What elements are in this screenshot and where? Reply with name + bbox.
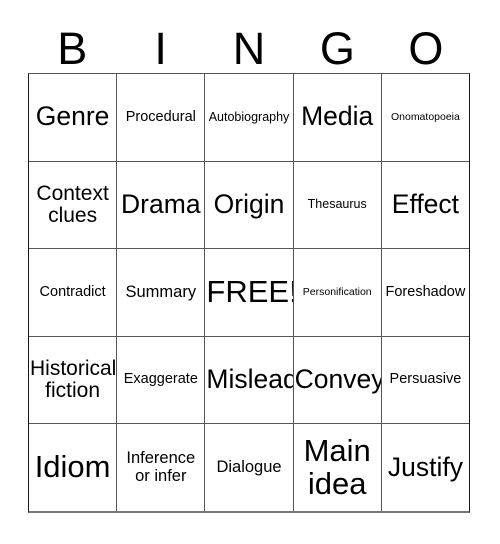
bingo-cell-label: Effect [391, 188, 460, 219]
bingo-cell-b2[interactable]: Context clues [29, 161, 118, 249]
bingo-cell-label: Summary [125, 282, 197, 301]
bingo-cell-label: Inference or infer [126, 449, 196, 485]
bingo-header: B I N G O [28, 17, 470, 73]
bingo-cell-label: Context clues [36, 181, 109, 227]
bingo-row: Genre Procedural Autobiography Media Ono… [29, 74, 470, 162]
bingo-cell-b1[interactable]: Genre [29, 74, 118, 161]
bingo-cell-label: Persuasive [389, 371, 462, 388]
bingo-cell-label: Dialogue [216, 458, 282, 477]
bingo-cell-o1[interactable]: Onomatopoeia [381, 74, 470, 161]
bingo-cell-i4[interactable]: Exaggerate [117, 336, 206, 424]
bingo-cell-label: Origin [213, 188, 285, 219]
bingo-cell-n1[interactable]: Autobiography [205, 74, 294, 161]
bingo-cell-label: Procedural [125, 108, 196, 125]
bingo-cell-n2[interactable]: Origin [205, 161, 294, 249]
bingo-cell-i2[interactable]: Drama [117, 161, 206, 249]
header-letter-n: N [232, 23, 266, 74]
bingo-row: Idiom Inference or infer Dialogue Main i… [29, 424, 470, 511]
bingo-row: Contradict Summary FREE! Personification… [29, 249, 470, 337]
bingo-cell-o5[interactable]: Justify [381, 424, 470, 511]
bingo-cell-label: Drama [121, 188, 201, 219]
header-letter-i: I [154, 23, 167, 74]
bingo-cell-i1[interactable]: Procedural [117, 74, 206, 161]
bingo-cell-g3[interactable]: Personification [293, 249, 382, 336]
bingo-cell-label: Foreshadow [385, 283, 466, 300]
bingo-cell-b3[interactable]: Contradict [29, 249, 118, 336]
bingo-cell-n4[interactable]: Mislead [205, 336, 294, 424]
bingo-cell-label: Exaggerate [123, 371, 198, 388]
bingo-cell-label: Thesaurus [307, 197, 367, 212]
bingo-cell-label: Autobiography [208, 109, 290, 124]
header-letter-g: G [319, 23, 355, 74]
bingo-cell-label: Onomatopoeia [390, 110, 460, 123]
bingo-cell-i3[interactable]: Summary [117, 249, 206, 336]
bingo-grid: Genre Procedural Autobiography Media Ono… [28, 73, 470, 513]
bingo-cell-i5[interactable]: Inference or infer [117, 424, 206, 511]
bingo-cell-label: Historical fiction [30, 357, 117, 403]
bingo-cell-g5[interactable]: Main idea [293, 424, 382, 511]
bingo-cell-label: Contradict [39, 283, 106, 300]
bingo-cell-n5[interactable]: Dialogue [205, 424, 294, 511]
bingo-cell-label: Main idea [303, 433, 371, 501]
bingo-cell-o4[interactable]: Persuasive [381, 336, 470, 424]
bingo-cell-label: Media [301, 101, 374, 132]
bingo-row: Context clues Drama Origin Thesaurus Eff… [29, 161, 470, 250]
free-space-label: FREE! [206, 274, 294, 310]
bingo-cell-o2[interactable]: Effect [381, 161, 470, 249]
bingo-cell-label: Genre [35, 101, 110, 132]
bingo-cell-b5[interactable]: Idiom [29, 424, 118, 511]
bingo-cell-label: Personification [302, 285, 372, 298]
header-letter-b: B [57, 23, 88, 74]
bingo-cell-label: Mislead [206, 364, 294, 395]
bingo-cell-label: Idiom [34, 449, 111, 485]
bingo-cell-g4[interactable]: Convey [293, 336, 382, 424]
header-letter-o: O [408, 23, 444, 74]
bingo-cell-o3[interactable]: Foreshadow [381, 249, 470, 336]
bingo-row: Historical fiction Exaggerate Mislead Co… [29, 336, 470, 425]
bingo-cell-b4[interactable]: Historical fiction [29, 336, 118, 424]
bingo-cell-label: Justify [387, 451, 463, 482]
bingo-cell-g2[interactable]: Thesaurus [293, 161, 382, 249]
bingo-cell-g1[interactable]: Media [293, 74, 382, 161]
bingo-card: B I N G O Genre Procedural Autobiography… [0, 0, 500, 544]
bingo-cell-free-space[interactable]: FREE! [205, 249, 294, 336]
bingo-cell-label: Convey [294, 364, 382, 395]
